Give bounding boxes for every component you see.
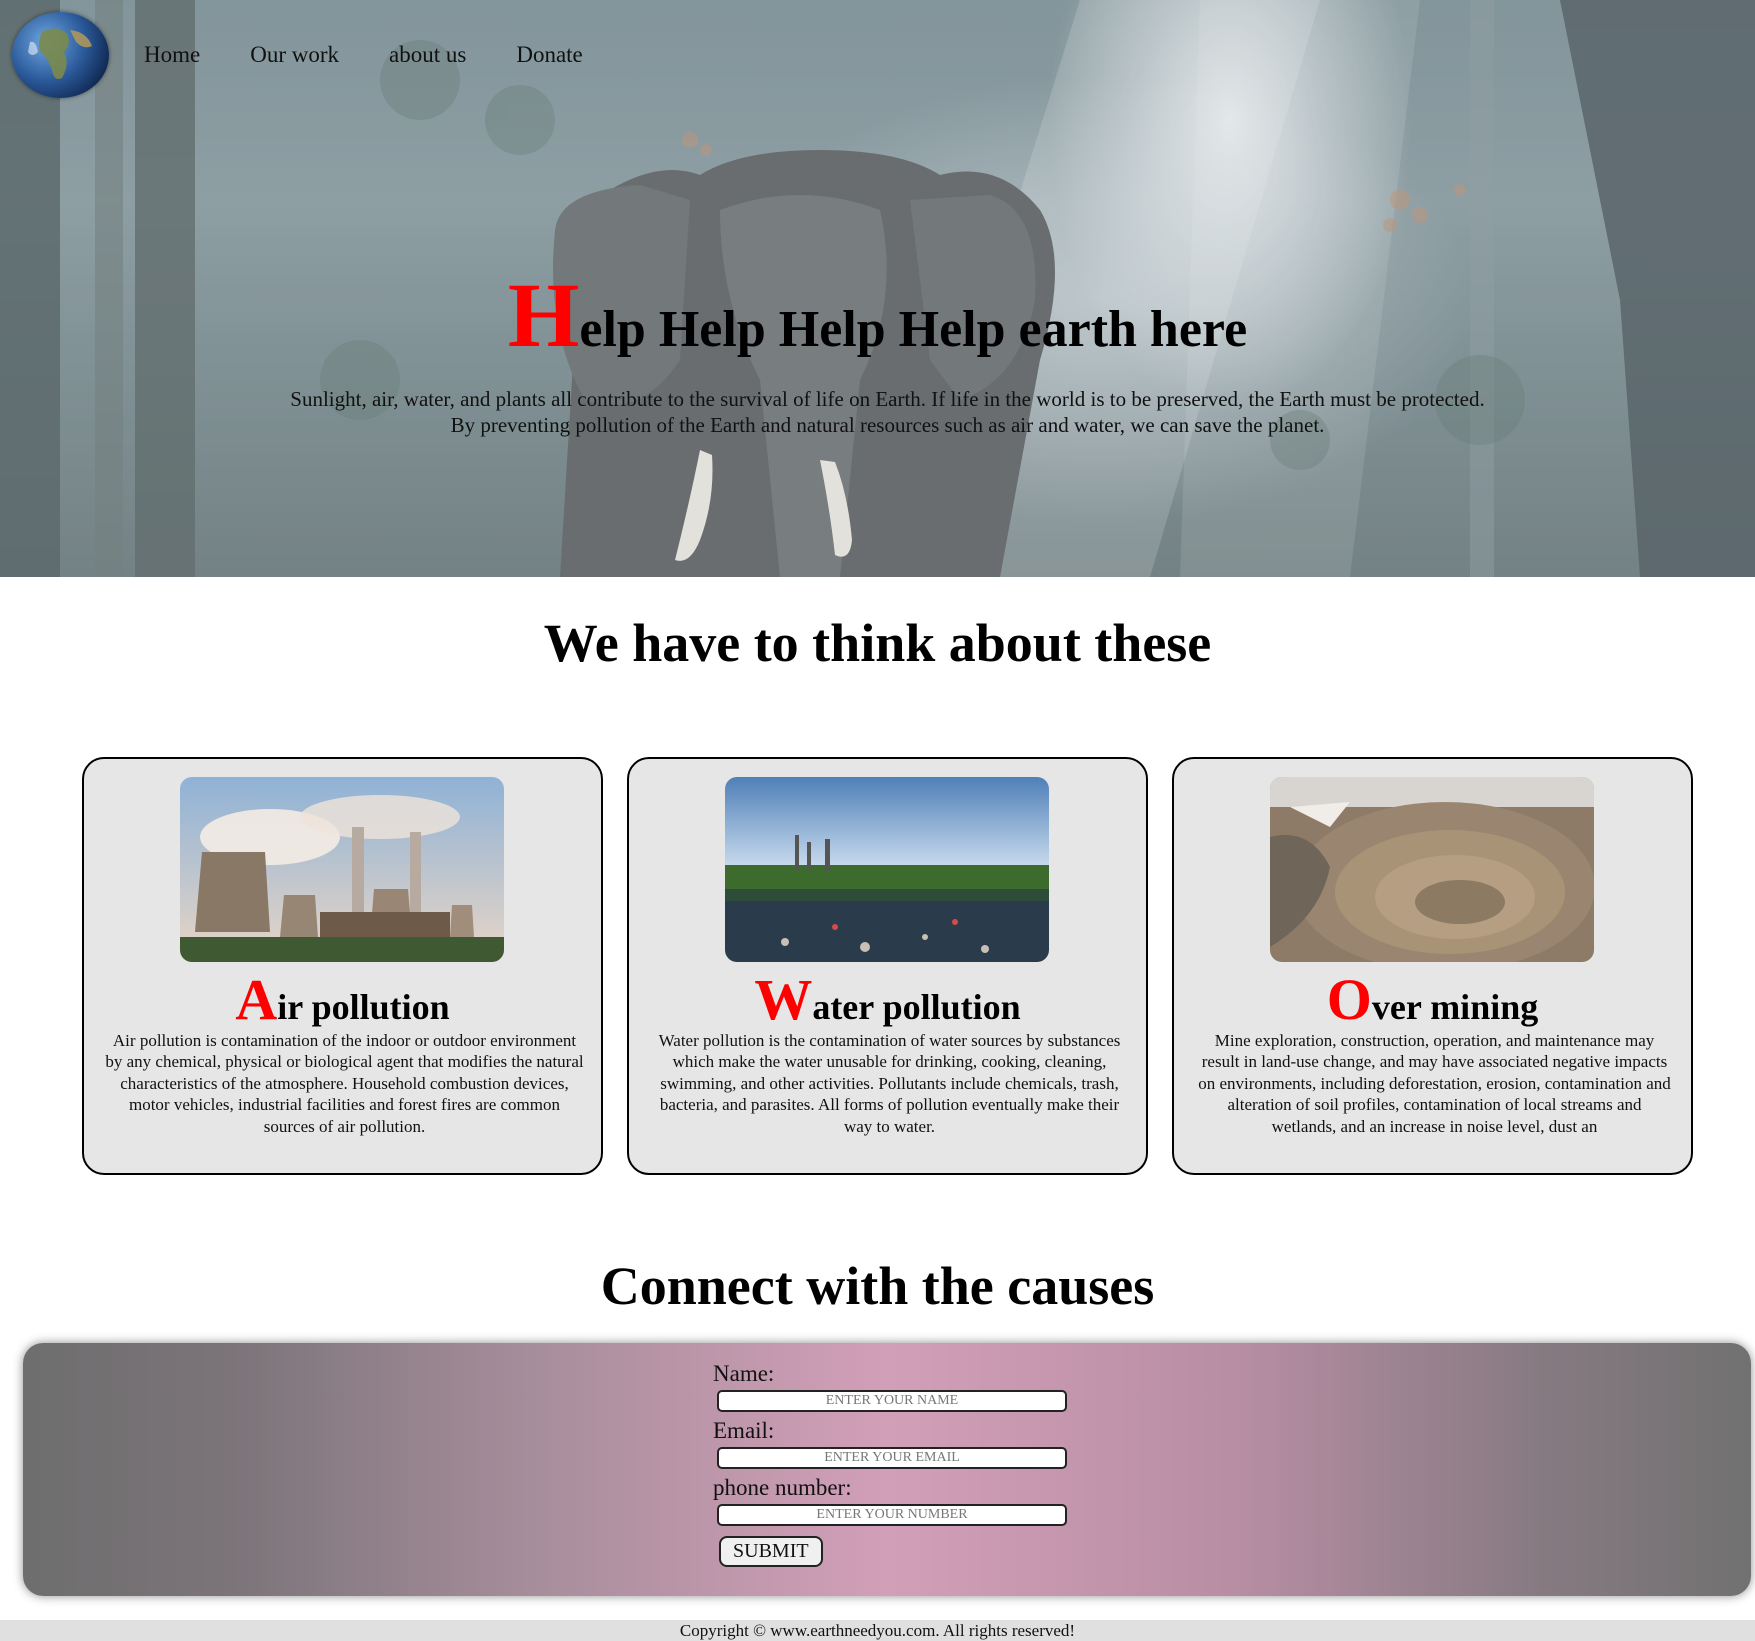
- phone-label: phone number:: [713, 1475, 852, 1500]
- card-mining-initial: O: [1326, 967, 1372, 1032]
- card-mining-title-rest: ver mining: [1371, 987, 1539, 1027]
- footer: Copyright © www.earthneedyou.com. All ri…: [0, 1620, 1755, 1641]
- issue-cards: Air pollution Air pollution is contamina…: [82, 757, 1694, 1175]
- contact-form-panel: Name: Email: phone number: SUBMIT: [23, 1343, 1751, 1596]
- globe-continents-icon: [28, 28, 92, 80]
- submit-button[interactable]: SUBMIT: [719, 1536, 823, 1567]
- card-over-mining: Over mining Mine exploration, constructi…: [1172, 757, 1693, 1175]
- card-water-initial: W: [754, 967, 813, 1032]
- card-water-title: Water pollution: [629, 966, 1146, 1033]
- email-label: Email:: [713, 1418, 775, 1443]
- open-pit-mine-photo: [1270, 777, 1594, 962]
- phone-input[interactable]: [717, 1504, 1067, 1526]
- card-mining-title: Over mining: [1174, 966, 1691, 1033]
- nav-links: Home Our work about us Donate: [144, 42, 633, 68]
- hero-title-initial: H: [507, 264, 580, 366]
- nav-about-us-link[interactable]: about us: [389, 42, 466, 68]
- card-water-text: Water pollution is the contamination of …: [658, 1031, 1121, 1136]
- email-input[interactable]: [717, 1447, 1067, 1469]
- card-air-pollution: Air pollution Air pollution is contamina…: [82, 757, 603, 1175]
- hero-description: Sunlight, air, water, and plants all con…: [200, 386, 1575, 438]
- card-air-title-rest: ir pollution: [277, 987, 450, 1027]
- card-mining-text: Mine exploration, construction, operatio…: [1198, 1031, 1671, 1136]
- contact-form: Name: Email: phone number: SUBMIT: [713, 1361, 1093, 1567]
- hero-text-line-1: Sunlight, air, water, and plants all con…: [290, 387, 1485, 411]
- connect-section-title: Connect with the causes: [600, 1256, 1155, 1316]
- hero-title-rest: elp Help Help Help earth here: [579, 301, 1248, 358]
- hero-text-line-2: By preventing pollution of the Earth and…: [450, 413, 1325, 437]
- card-air-title: Air pollution: [84, 966, 601, 1033]
- hero-banner: Home Our work about us Donate Help Help …: [0, 0, 1755, 577]
- nav-donate-link[interactable]: Donate: [516, 42, 582, 68]
- card-water-pollution: Water pollution Water pollution is the c…: [627, 757, 1148, 1175]
- card-air-text: Air pollution is contamination of the in…: [105, 1031, 584, 1136]
- power-plant-photo: [180, 777, 504, 962]
- name-label: Name:: [713, 1361, 775, 1386]
- think-section-title: We have to think about these: [543, 613, 1212, 673]
- polluted-lake-photo: [725, 777, 1049, 962]
- top-nav: Home Our work about us Donate: [12, 12, 633, 98]
- footer-copyright: Copyright © www.earthneedyou.com. All ri…: [679, 1621, 1076, 1640]
- hero-title: Help Help Help Help earth here: [0, 262, 1755, 368]
- earth-globe-icon[interactable]: [12, 12, 109, 98]
- nav-home-link[interactable]: Home: [144, 42, 200, 68]
- name-input[interactable]: [717, 1390, 1067, 1412]
- card-water-title-rest: ater pollution: [812, 987, 1021, 1027]
- card-air-initial: A: [235, 967, 278, 1032]
- nav-our-work-link[interactable]: Our work: [250, 42, 339, 68]
